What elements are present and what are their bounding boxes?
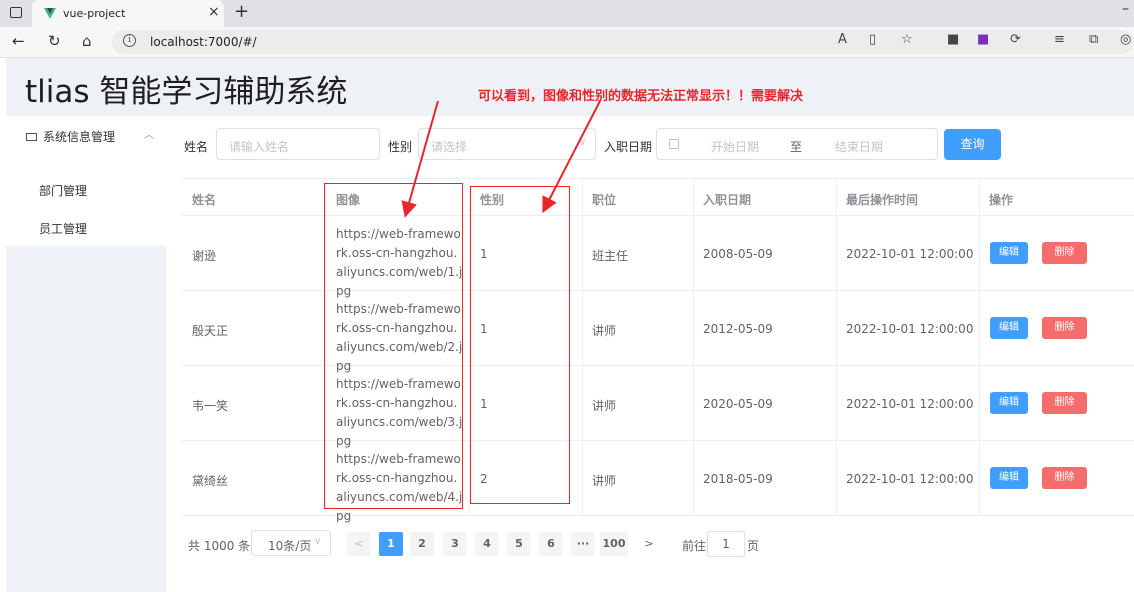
page-button-3[interactable]: 3 bbox=[443, 532, 467, 556]
arrow-to-gender-column bbox=[542, 100, 601, 214]
prev-page-button[interactable]: < bbox=[347, 532, 371, 556]
pagination-total: 共 1000 条 bbox=[188, 539, 251, 553]
page-button-2[interactable]: 2 bbox=[410, 532, 434, 556]
page-button-1[interactable]: 1 bbox=[379, 532, 403, 556]
page-ellipsis-button[interactable]: ··· bbox=[571, 532, 595, 556]
goto-label: 前往 bbox=[682, 539, 707, 553]
chevron-down-icon: ∨ bbox=[314, 536, 322, 547]
page-button-5[interactable]: 5 bbox=[507, 532, 531, 556]
page-size-value: 10条/页 bbox=[268, 539, 312, 553]
next-page-button[interactable]: > bbox=[637, 532, 661, 556]
arrow-to-image-column bbox=[401, 100, 439, 218]
page-button-100[interactable]: 100 bbox=[600, 532, 628, 556]
page-button-4[interactable]: 4 bbox=[475, 532, 499, 556]
annotation-arrows bbox=[401, 100, 601, 218]
page-suffix-label: 页 bbox=[747, 539, 760, 553]
goto-page-input[interactable]: 1 bbox=[707, 531, 745, 557]
page-size-select[interactable]: 10条/页 ∨ bbox=[251, 530, 331, 556]
page-button-6[interactable]: 6 bbox=[539, 532, 563, 556]
